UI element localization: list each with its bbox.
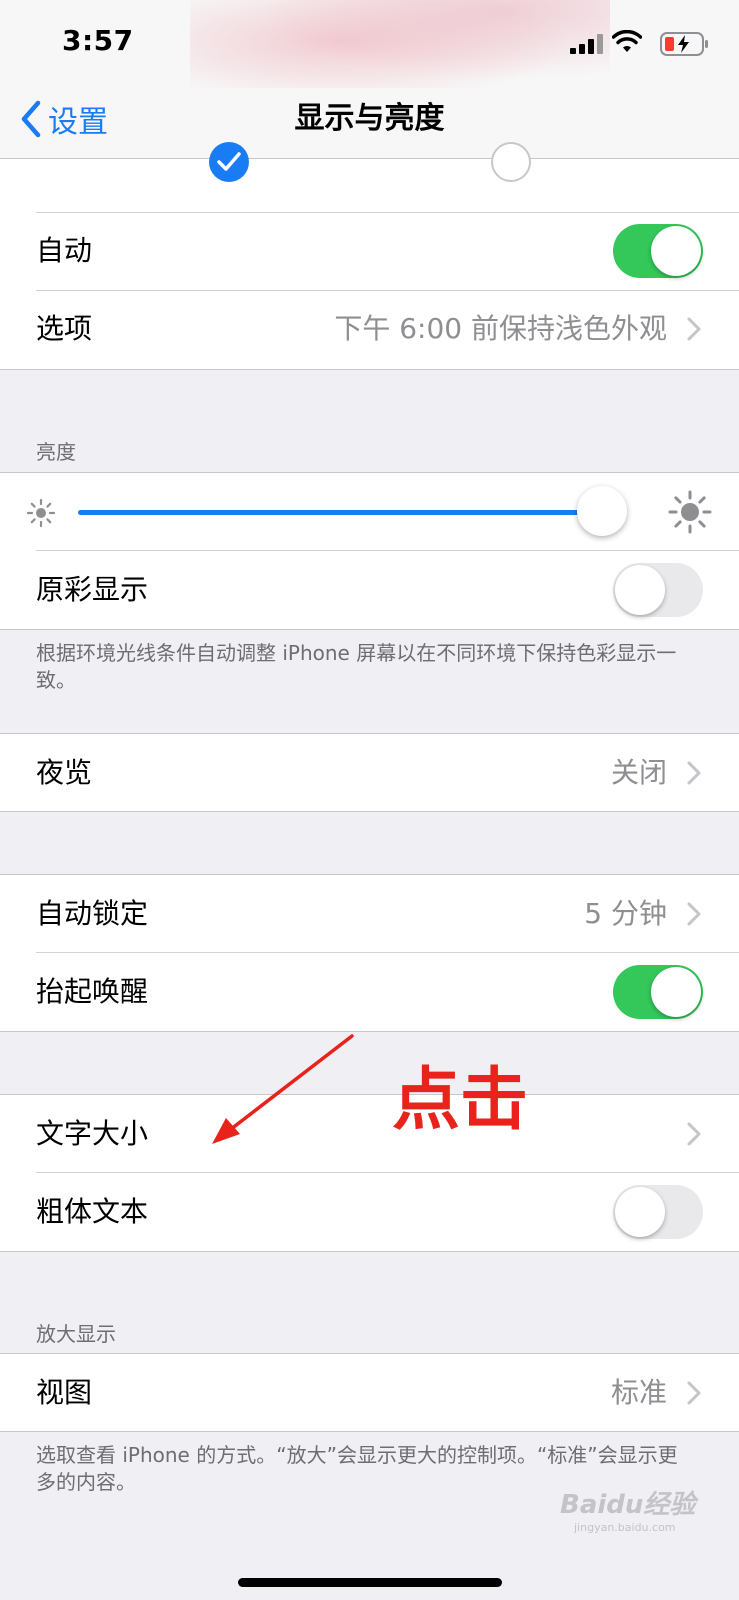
toggle-knob — [615, 565, 665, 615]
true-tone-footer: 根据环境光线条件自动调整 iPhone 屏幕以在不同环境下保持色彩显示一致。 — [36, 641, 677, 692]
section-border — [0, 1031, 739, 1032]
raise-to-wake-toggle[interactable] — [613, 965, 703, 1019]
background-blur — [190, 0, 610, 100]
brightness-low-icon — [26, 498, 56, 528]
auto-appearance-row: 自动 — [0, 212, 739, 290]
chevron-right-icon — [687, 902, 701, 926]
raise-to-wake-row: 抬起唤醒 — [0, 953, 739, 1031]
bold-text-label: 粗体文本 — [36, 1195, 149, 1228]
brightness-slider-thumb[interactable] — [576, 486, 627, 536]
true-tone-toggle[interactable] — [613, 563, 703, 617]
section-border — [0, 811, 739, 812]
appearance-options-row[interactable]: 选项 下午 6:00 前保持浅色外观 — [0, 290, 739, 368]
bold-text-row: 粗体文本 — [0, 1173, 739, 1251]
auto-lock-row[interactable]: 自动锁定 5 分钟 — [0, 875, 739, 953]
page-title: 显示与亮度 — [294, 101, 445, 136]
section-border — [0, 629, 739, 630]
auto-appearance-label: 自动 — [36, 234, 93, 267]
night-shift-label: 夜览 — [36, 756, 93, 789]
annotation-arrow-icon — [212, 1034, 354, 1144]
text-size-label: 文字大小 — [36, 1117, 149, 1150]
status-time: 3:57 — [62, 24, 134, 57]
watermark-subtext: jingyan.baidu.com — [574, 1521, 676, 1534]
chevron-right-icon — [687, 761, 701, 785]
view-value: 标准 — [610, 1376, 667, 1409]
home-indicator[interactable] — [238, 1578, 502, 1587]
bold-text-toggle[interactable] — [613, 1185, 703, 1239]
appearance-group: 自动 选项 下午 6:00 前保持浅色外观 — [0, 142, 739, 369]
chevron-right-icon — [687, 1122, 701, 1146]
display-zoom-group: 视图 标准 — [0, 1354, 739, 1431]
light-mode-checkmark-icon[interactable] — [208, 141, 250, 183]
brightness-high-icon — [668, 490, 712, 534]
toggle-knob — [651, 226, 701, 276]
brightness-slider-fill — [78, 510, 602, 515]
auto-appearance-toggle[interactable] — [613, 224, 703, 278]
battery-icon — [660, 32, 708, 56]
dark-mode-radio-icon[interactable] — [490, 141, 532, 183]
display-zoom-header: 放大显示 — [36, 1322, 116, 1346]
section-border — [0, 1251, 739, 1252]
lock-group: 自动锁定 5 分钟 抬起唤醒 — [0, 875, 739, 1031]
chevron-right-icon — [687, 317, 701, 341]
true-tone-label: 原彩显示 — [36, 573, 149, 606]
text-size-row[interactable]: 文字大小 — [0, 1095, 739, 1173]
raise-to-wake-label: 抬起唤醒 — [36, 975, 149, 1008]
text-group: 文字大小 粗体文本 — [0, 1095, 739, 1251]
brightness-group: 原彩显示 — [0, 473, 739, 629]
brightness-header: 亮度 — [36, 440, 76, 464]
toggle-knob — [615, 1187, 665, 1237]
options-label: 选项 — [36, 312, 93, 345]
night-shift-value: 关闭 — [610, 756, 667, 789]
chevron-right-icon — [687, 1381, 701, 1405]
watermark-text: Baidu经验 — [560, 1490, 696, 1520]
watermark: Baidu经验 jingyan.baidu.com — [560, 1484, 695, 1534]
cellular-signal-icon — [570, 34, 603, 54]
toggle-knob — [651, 967, 701, 1017]
auto-lock-label: 自动锁定 — [36, 897, 149, 930]
section-border — [0, 369, 739, 370]
true-tone-row: 原彩显示 — [0, 551, 739, 629]
annotation-text: 点击 — [392, 1061, 529, 1140]
view-row[interactable]: 视图 标准 — [0, 1354, 739, 1432]
view-label: 视图 — [36, 1376, 93, 1409]
night-shift-group: 夜览 关闭 — [0, 734, 739, 811]
options-value: 下午 6:00 前保持浅色外观 — [334, 312, 667, 345]
auto-lock-value: 5 分钟 — [584, 897, 667, 930]
section-border — [0, 1431, 739, 1432]
wifi-icon — [612, 30, 642, 52]
night-shift-row[interactable]: 夜览 关闭 — [0, 734, 739, 812]
